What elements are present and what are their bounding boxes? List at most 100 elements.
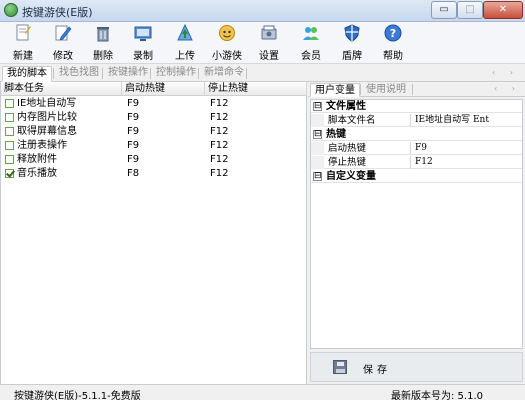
tab-usage-notes[interactable]: 使用说明 [362, 83, 410, 97]
tab-scroll-arrows[interactable]: ‹ › [492, 68, 519, 77]
column-header-start-hotkey[interactable]: 启动热键 [122, 82, 205, 96]
stop-hotkey: F12 [210, 168, 229, 179]
help-button[interactable]: ? 帮助 [373, 22, 413, 64]
tab-find-color[interactable]: 找色找图 [55, 66, 103, 82]
script-checkbox[interactable] [5, 99, 14, 108]
script-name: 注册表操作 [17, 140, 67, 151]
stop-hotkey: F12 [210, 126, 229, 137]
start-hotkey: F9 [127, 112, 140, 123]
delete-icon [97, 27, 109, 42]
category-label: 热键 [326, 129, 346, 140]
start-hotkey: F9 [127, 154, 140, 165]
settings-button-label: 设置 [259, 51, 279, 62]
property-name: 启动热键 [325, 142, 411, 155]
upload-button[interactable]: 上传 [165, 22, 205, 64]
member-icon [303, 27, 319, 40]
script-checkbox[interactable] [5, 141, 14, 150]
svg-text:?: ? [390, 27, 396, 40]
tab-divider [198, 68, 199, 79]
member-button[interactable]: 会员 [291, 22, 331, 64]
minimize-button[interactable]: ▭ [431, 1, 457, 19]
tab-bar: 我的脚本 找色找图 按键操作 控制操作 新增命令 ‹ › [0, 64, 525, 82]
property-value[interactable]: IE地址自动写 Ent [412, 114, 522, 127]
toolbar: 新建 修改 删除 录制 上传 小游侠 设置 会员 盾牌 ? 帮助 [0, 22, 525, 64]
property-grid: ⊟ 文件属性 脚本文件名 IE地址自动写 Ent ⊟ 热键 启动热键 F9 停止… [310, 99, 523, 349]
settings-icon [261, 25, 277, 40]
start-hotkey: F9 [127, 98, 140, 109]
maximize-button[interactable]: □ [457, 1, 483, 19]
tab-divider [246, 68, 247, 79]
script-name: 内存图片比较 [17, 112, 77, 123]
version-status: 按键游侠(E版)-5.1.1-免费版 [14, 391, 141, 400]
property-category-custom-vars[interactable]: ⊟ 自定义变量 [311, 170, 522, 183]
shield-button-label: 盾牌 [342, 51, 362, 62]
latest-version-status: 最新版本号为: 5.1.0 [391, 391, 483, 400]
app-logo-icon [4, 3, 18, 17]
status-bar: 按键游侠(E版)-5.1.1-免费版 最新版本号为: 5.1.0 [0, 384, 525, 400]
right-tab-scroll-arrows[interactable]: ‹ › [494, 84, 521, 93]
title-bar: 按键游侠(E版) ▭ □ ✕ [0, 0, 525, 22]
record-button[interactable]: 录制 [123, 22, 163, 64]
start-hotkey: F9 [127, 140, 140, 151]
record-icon [134, 26, 152, 41]
tab-my-scripts[interactable]: 我的脚本 [2, 66, 52, 82]
table-row[interactable]: 内存图片比较 F9 F12 [1, 111, 307, 124]
edit-icon [55, 25, 72, 41]
new-button-label: 新建 [13, 51, 33, 62]
tab-key-ops[interactable]: 按键操作 [104, 66, 152, 82]
property-row[interactable]: 停止热键 F12 [311, 156, 522, 169]
new-button[interactable]: 新建 [3, 22, 43, 64]
table-row[interactable]: 注册表操作 F9 F12 [1, 139, 307, 152]
settings-button[interactable]: 设置 [249, 22, 289, 64]
collapse-icon[interactable]: ⊟ [313, 172, 322, 181]
help-button-label: 帮助 [383, 51, 403, 62]
tab-user-variables[interactable]: 用户变量 [310, 83, 360, 97]
tab-new-commands[interactable]: 新增命令 [200, 66, 248, 82]
script-checkbox[interactable] [5, 127, 14, 136]
script-checkbox[interactable] [5, 155, 14, 164]
collapse-icon[interactable]: ⊟ [313, 130, 322, 139]
property-row[interactable]: 启动热键 F9 [311, 142, 522, 155]
mascot-icon [219, 25, 235, 41]
property-value[interactable]: F12 [412, 156, 522, 169]
tab-control-ops[interactable]: 控制操作 [152, 66, 200, 82]
shield-button[interactable]: 盾牌 [332, 22, 372, 64]
column-header-task[interactable]: 脚本任务 [1, 82, 122, 96]
mascot-button-label: 小游侠 [212, 51, 242, 62]
script-name: IE地址自动写 [17, 98, 77, 109]
delete-button[interactable]: 删除 [83, 22, 123, 64]
column-header-stop-hotkey[interactable]: 停止热键 [205, 82, 307, 96]
table-row[interactable]: 音乐播放 F8 F12 [1, 167, 307, 180]
table-row[interactable]: 取得屏幕信息 F9 F12 [1, 125, 307, 138]
property-row[interactable]: 脚本文件名 IE地址自动写 Ent [311, 114, 522, 127]
property-gutter [311, 114, 324, 127]
shield-icon [344, 24, 360, 42]
edit-button[interactable]: 修改 [43, 22, 83, 64]
table-row[interactable]: IE地址自动写 F9 F12 [1, 97, 307, 110]
script-checkbox[interactable] [5, 113, 14, 122]
property-category-hotkeys[interactable]: ⊟ 热键 [311, 128, 522, 141]
script-name: 音乐播放 [17, 168, 57, 179]
table-row[interactable]: 释放附件 F9 F12 [1, 153, 307, 166]
script-list-panel: 脚本任务 启动热键 停止热键 IE地址自动写 F9 F12 内存图片比较 F9 … [0, 82, 307, 384]
script-checkbox[interactable] [5, 169, 14, 178]
tab-divider [53, 68, 54, 79]
upload-icon [177, 24, 193, 41]
edit-button-label: 修改 [53, 51, 73, 62]
property-category-file[interactable]: ⊟ 文件属性 [311, 100, 522, 113]
save-button[interactable]: 保存 [310, 352, 523, 382]
upload-button-label: 上传 [175, 51, 195, 62]
mascot-button[interactable]: 小游侠 [207, 22, 247, 64]
stop-hotkey: F12 [210, 140, 229, 151]
stop-hotkey: F12 [210, 112, 229, 123]
collapse-icon[interactable]: ⊟ [313, 102, 322, 111]
tab-divider [102, 68, 103, 79]
properties-panel: 用户变量 使用说明 ‹ › ⊟ 文件属性 脚本文件名 IE地址自动写 Ent ⊟… [308, 82, 525, 384]
close-button[interactable]: ✕ [483, 1, 523, 19]
stop-hotkey: F12 [210, 98, 229, 109]
stop-hotkey: F12 [210, 154, 229, 165]
property-value[interactable]: F9 [412, 142, 522, 155]
category-label: 文件属性 [326, 101, 366, 112]
member-button-label: 会员 [301, 51, 321, 62]
property-gutter [311, 156, 324, 169]
